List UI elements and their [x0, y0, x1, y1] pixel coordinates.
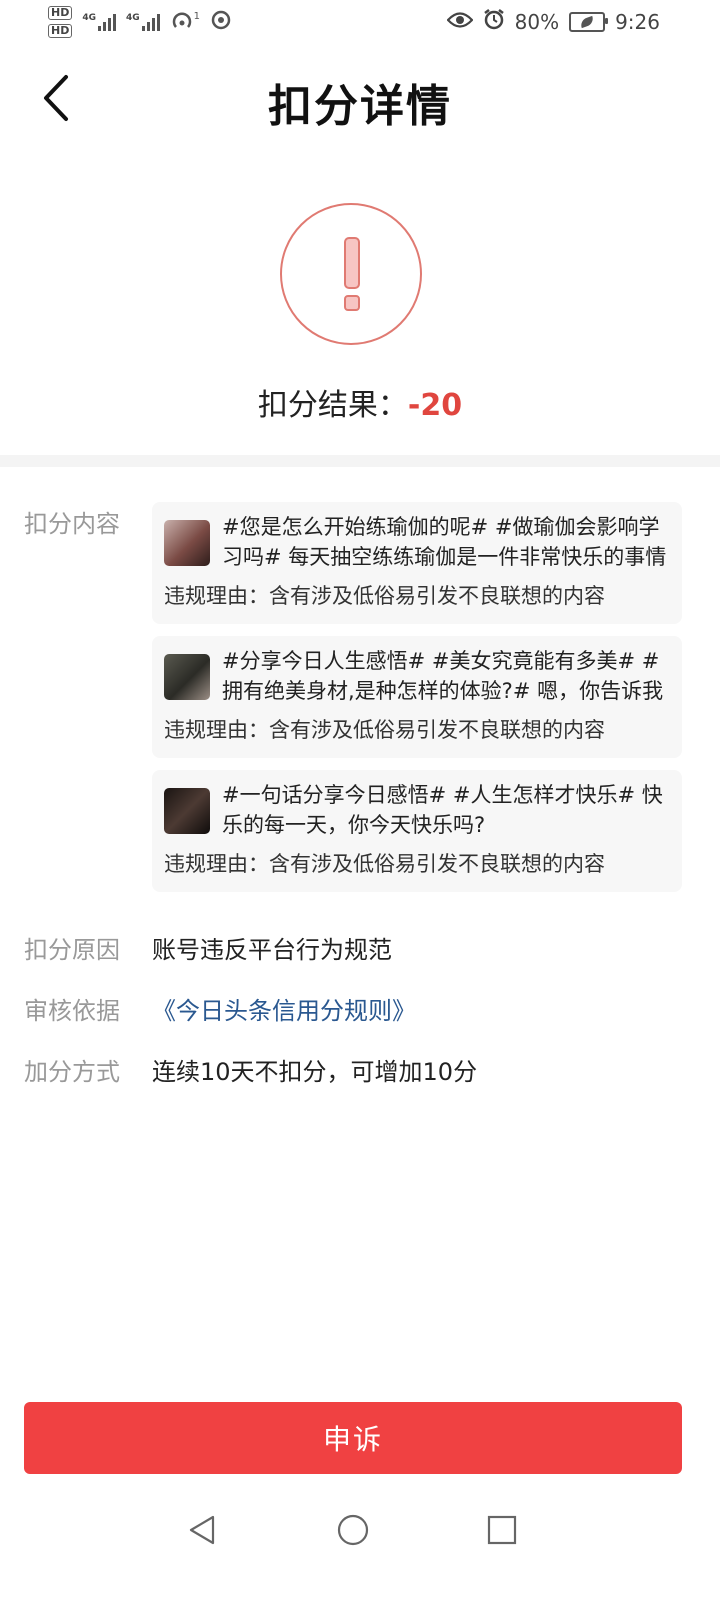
- sync-icon: [210, 9, 232, 35]
- hotspot-icon: 1: [170, 11, 200, 33]
- row-review-basis: 审核依据 《今日头条信用分规则》: [24, 991, 704, 1031]
- post-list: #您是怎么开始练瑜伽的呢# #做瑜伽会影响学习吗# 每天抽空练练瑜伽是一件非常快…: [152, 502, 682, 904]
- recents-square-icon: [487, 1515, 517, 1545]
- signal-1: 4G: [82, 13, 116, 31]
- violation-reason: 违规理由：含有涉及低俗易引发不良联想的内容: [164, 718, 605, 742]
- alarm-icon: [483, 8, 505, 35]
- back-triangle-icon: [189, 1515, 215, 1545]
- post-text: #您是怎么开始练瑜伽的呢# #做瑜伽会影响学习吗# 每天抽空练练瑜伽是一件非常快…: [222, 515, 667, 569]
- home-circle-icon: [337, 1514, 369, 1546]
- network-label: 4G: [126, 13, 140, 23]
- row-value: 连续10天不扣分，可增加10分: [152, 1058, 478, 1086]
- eye-icon: [446, 10, 474, 34]
- page-title: 扣分详情: [268, 81, 452, 132]
- deduction-result: 扣分结果：-20: [0, 380, 720, 424]
- hd-badge: HD: [48, 6, 73, 20]
- post-thumbnail: [164, 788, 210, 834]
- post-text: #一句话分享今日感悟# #人生怎样才快乐# 快乐的每一天，你今天快乐吗?: [222, 783, 663, 837]
- signal-2: 4G: [126, 13, 160, 31]
- appeal-button[interactable]: 申诉: [24, 1402, 682, 1474]
- post-thumbnail: [164, 654, 210, 700]
- row-key: 加分方式: [24, 1058, 120, 1086]
- section-divider: [0, 455, 720, 467]
- exclamation-icon: [344, 237, 360, 311]
- signal-bars-icon: [141, 13, 160, 31]
- post-card[interactable]: #您是怎么开始练瑜伽的呢# #做瑜伽会影响学习吗# 每天抽空练练瑜伽是一件非常快…: [152, 502, 682, 624]
- rules-link[interactable]: 《今日头条信用分规则》: [152, 991, 416, 1026]
- row-bonus-method: 加分方式 连续10天不扣分，可增加10分: [24, 1052, 704, 1092]
- result-score: -20: [407, 388, 463, 423]
- clock-time: 9:26: [615, 9, 660, 34]
- post-text: #分享今日人生感悟# #美女究竟能有多美# #拥有绝美身材,是种怎样的体验?# …: [222, 649, 664, 703]
- network-label: 4G: [82, 13, 96, 23]
- post-card[interactable]: #一句话分享今日感悟# #人生怎样才快乐# 快乐的每一天，你今天快乐吗? 违规理…: [152, 770, 682, 892]
- row-key: 扣分原因: [24, 936, 120, 964]
- hd-badge: HD: [48, 24, 73, 38]
- post-card[interactable]: #分享今日人生感悟# #美女究竟能有多美# #拥有绝美身材,是种怎样的体验?# …: [152, 636, 682, 758]
- battery-percent: 80%: [514, 9, 560, 34]
- row-value: 账号违反平台行为规范: [152, 936, 392, 964]
- hotspot-superscript: 1: [193, 11, 201, 22]
- nav-home-button[interactable]: [331, 1508, 375, 1552]
- post-thumbnail: [164, 520, 210, 566]
- status-bar: HD HD 4G 4G 1 80% 9:26: [0, 0, 720, 50]
- header: 扣分详情: [0, 60, 720, 140]
- signal-bars-icon: [98, 13, 116, 31]
- violation-reason: 违规理由：含有涉及低俗易引发不良联想的内容: [164, 852, 605, 876]
- row-deduction-reason: 扣分原因 账号违反平台行为规范: [24, 930, 704, 970]
- status-right: 80% 9:26: [446, 8, 660, 35]
- nav-back-button[interactable]: [180, 1508, 224, 1552]
- result-label: 扣分结果：: [257, 388, 408, 423]
- nav-recents-button[interactable]: [480, 1508, 524, 1552]
- hd-badges: HD HD: [48, 6, 73, 38]
- system-nav-bar: [0, 1500, 720, 1560]
- status-left: HD HD 4G 4G 1: [48, 6, 232, 38]
- violation-reason: 违规理由：含有涉及低俗易引发不良联想的内容: [164, 584, 605, 608]
- warning-circle: [280, 203, 422, 345]
- content-label: 扣分内容: [24, 510, 120, 538]
- row-key: 审核依据: [24, 997, 120, 1025]
- battery-icon: [569, 11, 609, 32]
